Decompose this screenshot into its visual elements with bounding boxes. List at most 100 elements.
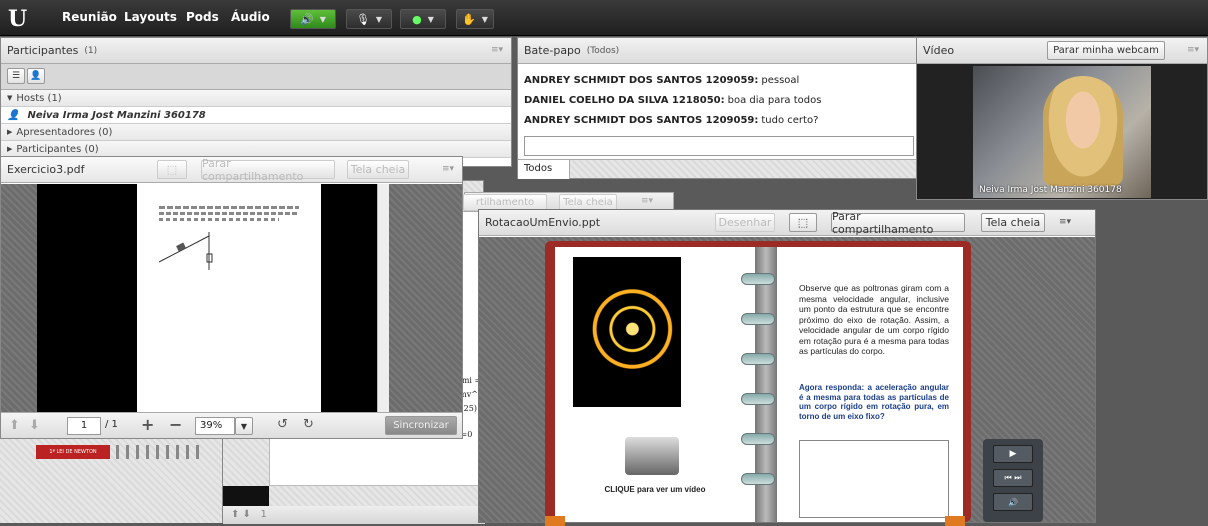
slide-right-page: Observe que as poltronas giram com a mes… (777, 247, 963, 522)
chat-tab-todos[interactable]: Todos (518, 160, 570, 179)
chat-messages: ANDREY SCHMIDT DOS SANTOS 1209059: pessoa… (518, 64, 916, 130)
ppt-title-bar: RotacaoUmEnvio.ppt Desenhar ⬚ Parar comp… (479, 210, 1095, 236)
microphone-button[interactable]: 🎙 ▼ (346, 9, 392, 29)
skip-icon[interactable]: ⏮ ⏭ (993, 469, 1033, 487)
user-view-icon[interactable]: 👤 (27, 68, 45, 84)
pod-menu-icon[interactable]: ≡▾ (491, 45, 503, 55)
pdf-scrollbar[interactable] (377, 184, 389, 412)
video-link-text[interactable]: CLIQUE para ver um vídeo (595, 485, 715, 494)
prev-slide-arrow[interactable] (545, 516, 565, 526)
list-view-icon[interactable]: ☰ (7, 68, 25, 84)
pod-menu-icon[interactable]: ≡▾ (641, 196, 653, 206)
presenters-group-row[interactable]: ▶ Apresentadores (0) (1, 124, 511, 141)
chat-title-bar: Bate-papo (Todos) (518, 38, 916, 64)
participants-count: (1) (84, 45, 98, 56)
thumbnail-slide[interactable]: 1ª LEI DE NEWTON (36, 445, 110, 459)
microphone-icon: 🎙 (355, 12, 370, 26)
pdf-toolbar: ⬆ ⬇ 1 / 1 + − 39% ▼ ↺ ↻ Sincronizar (1, 412, 462, 438)
zoom-in-icon[interactable]: + (141, 415, 154, 434)
participants-label: Participantes (0) (16, 143, 99, 155)
chat-pod: Bate-papo (Todos) ANDREY SCHMIDT DOS SAN… (517, 37, 917, 179)
pdf-viewer-area (1, 184, 462, 412)
spiral-ring (741, 473, 775, 485)
slide-question-text: Agora responda: a aceleração angular é a… (799, 383, 949, 421)
hosts-label: Hosts (1) (16, 92, 62, 104)
menu-pods[interactable]: Pods (186, 10, 219, 24)
volume-icon[interactable]: 🔊 (993, 493, 1033, 511)
page-total: / 1 (105, 419, 118, 430)
participants-toolbar: ☰ 👤 (1, 64, 511, 90)
stop-share-button[interactable]: Parar compartilhamento (201, 157, 335, 183)
sync-button[interactable]: Sincronizar (385, 416, 457, 435)
host-name: Neiva Irma Jost Manzini 360178 (27, 109, 206, 121)
rotate-left-icon[interactable]: ↺ (277, 417, 288, 432)
play-icon[interactable]: ▶ (993, 445, 1033, 463)
chat-tabbar: Todos (518, 159, 916, 179)
chevron-down-icon: ▼ (427, 14, 434, 24)
host-participant-row[interactable]: 👤 Neiva Irma Jost Manzini 360178 (1, 107, 511, 124)
spiral-ring (741, 433, 775, 445)
ppt-viewer-area: CLIQUE para ver um vídeo Observe que as … (479, 237, 1095, 526)
pod-menu-icon[interactable]: ≡▾ (1187, 45, 1199, 55)
next-slide-arrow[interactable] (945, 516, 965, 526)
stop-webcam-button[interactable]: Parar minha webcam (1047, 41, 1165, 60)
spiral-ring (741, 353, 775, 365)
speaker-icon: 🔊 (300, 12, 314, 26)
menu-layouts[interactable]: Layouts (124, 10, 177, 24)
next-page-icon[interactable]: ⬇ (29, 418, 40, 433)
spiral-ring (741, 393, 775, 405)
chat-text: tudo certo? (761, 114, 819, 126)
stop-share-button[interactable]: Parar compartilhamento (831, 210, 965, 236)
prev-page-icon[interactable]: ⬆ (9, 418, 20, 433)
slide-body-text: Observe que as poltronas giram com a mes… (799, 283, 949, 356)
chat-sender: ANDREY SCHMIDT DOS SANTOS 1209059: (524, 74, 759, 86)
ppt-share-pod: RotacaoUmEnvio.ppt Desenhar ⬚ Parar comp… (478, 209, 1096, 526)
chat-text: boa dia para todos (727, 94, 822, 106)
chat-message: ANDREY SCHMIDT DOS SANTOS 1209059: pessoa… (518, 70, 916, 90)
answer-box[interactable] (799, 440, 949, 518)
webcam-button[interactable]: ● ▼ (400, 9, 446, 29)
chat-sender: DANIEL COELHO DA SILVA 1218050: (524, 94, 725, 106)
pod-menu-icon[interactable]: ≡▾ (1059, 217, 1071, 227)
host-icon: 👤 (7, 109, 20, 121)
chevron-down-icon[interactable]: ▼ (235, 417, 253, 435)
chat-text: pessoal (761, 74, 800, 86)
raise-hand-button[interactable]: ✋ ▼ (456, 9, 494, 29)
zoom-select[interactable]: 39% (195, 417, 235, 435)
fullscreen-button[interactable]: Tela cheia (981, 213, 1045, 232)
draw-button[interactable]: Desenhar (715, 213, 775, 232)
participants-title-bar: Participantes (1) ≡▾ (1, 38, 511, 64)
page-number-input[interactable]: 1 (67, 417, 101, 435)
pdf-share-pod: Exercicio3.pdf ⬚ Parar compartilhamento … (0, 156, 463, 439)
video-clip-icon[interactable] (625, 437, 679, 475)
ppt-title: RotacaoUmEnvio.ppt (485, 216, 601, 229)
pod-menu-icon[interactable]: ≡▾ (442, 164, 454, 174)
menu-audio[interactable]: Áudio (231, 10, 270, 24)
annotation-tool-button[interactable]: ⬚ (157, 160, 187, 179)
chat-message: DANIEL COELHO DA SILVA 1218050: boa dia p… (518, 90, 916, 110)
video-pod: Vídeo Parar minha webcam ≡▾ Neiva Irma J… (916, 37, 1208, 200)
pdf-title-bar: Exercicio3.pdf ⬚ Parar compartilhamento … (1, 157, 462, 183)
chat-message: ANDREY SCHMIDT DOS SANTOS 1209059: tudo c… (518, 110, 916, 130)
menu-reuniao[interactable]: Reunião (62, 10, 117, 24)
chevron-down-icon: ▼ (319, 14, 326, 24)
chat-title: Bate-papo (524, 44, 581, 57)
participants-title: Participantes (7, 44, 79, 57)
webcam-caption: Neiva Irma Jost Manzini 360178 (979, 185, 1122, 195)
pointer-icon: ⬚ (797, 216, 809, 229)
spiral-ring (741, 273, 775, 285)
hosts-group-row[interactable]: ▼ Hosts (1) (1, 90, 511, 107)
annotation-tool-button[interactable]: ⬚ (789, 213, 817, 232)
playback-controls: ▶ ⏮ ⏭ 🔊 (983, 439, 1043, 522)
background-pod-footer: ⬆ ⬇ 1 (223, 506, 485, 524)
participants-pod: Participantes (1) ≡▾ ☰ 👤 ▼ Hosts (1) 👤 Nei… (0, 37, 512, 167)
webcam-feed: Neiva Irma Jost Manzini 360178 (973, 66, 1151, 198)
slide-left-page: CLIQUE para ver um vídeo (555, 247, 755, 522)
presenters-label: Apresentadores (0) (16, 126, 113, 138)
rotate-right-icon[interactable]: ↻ (303, 417, 314, 432)
chat-input[interactable] (524, 136, 914, 156)
zoom-out-icon[interactable]: − (169, 415, 182, 434)
fullscreen-button[interactable]: Tela cheia (347, 160, 409, 179)
chevron-down-icon: ▼ (375, 14, 383, 24)
speaker-button[interactable]: 🔊 ▼ (290, 9, 336, 29)
